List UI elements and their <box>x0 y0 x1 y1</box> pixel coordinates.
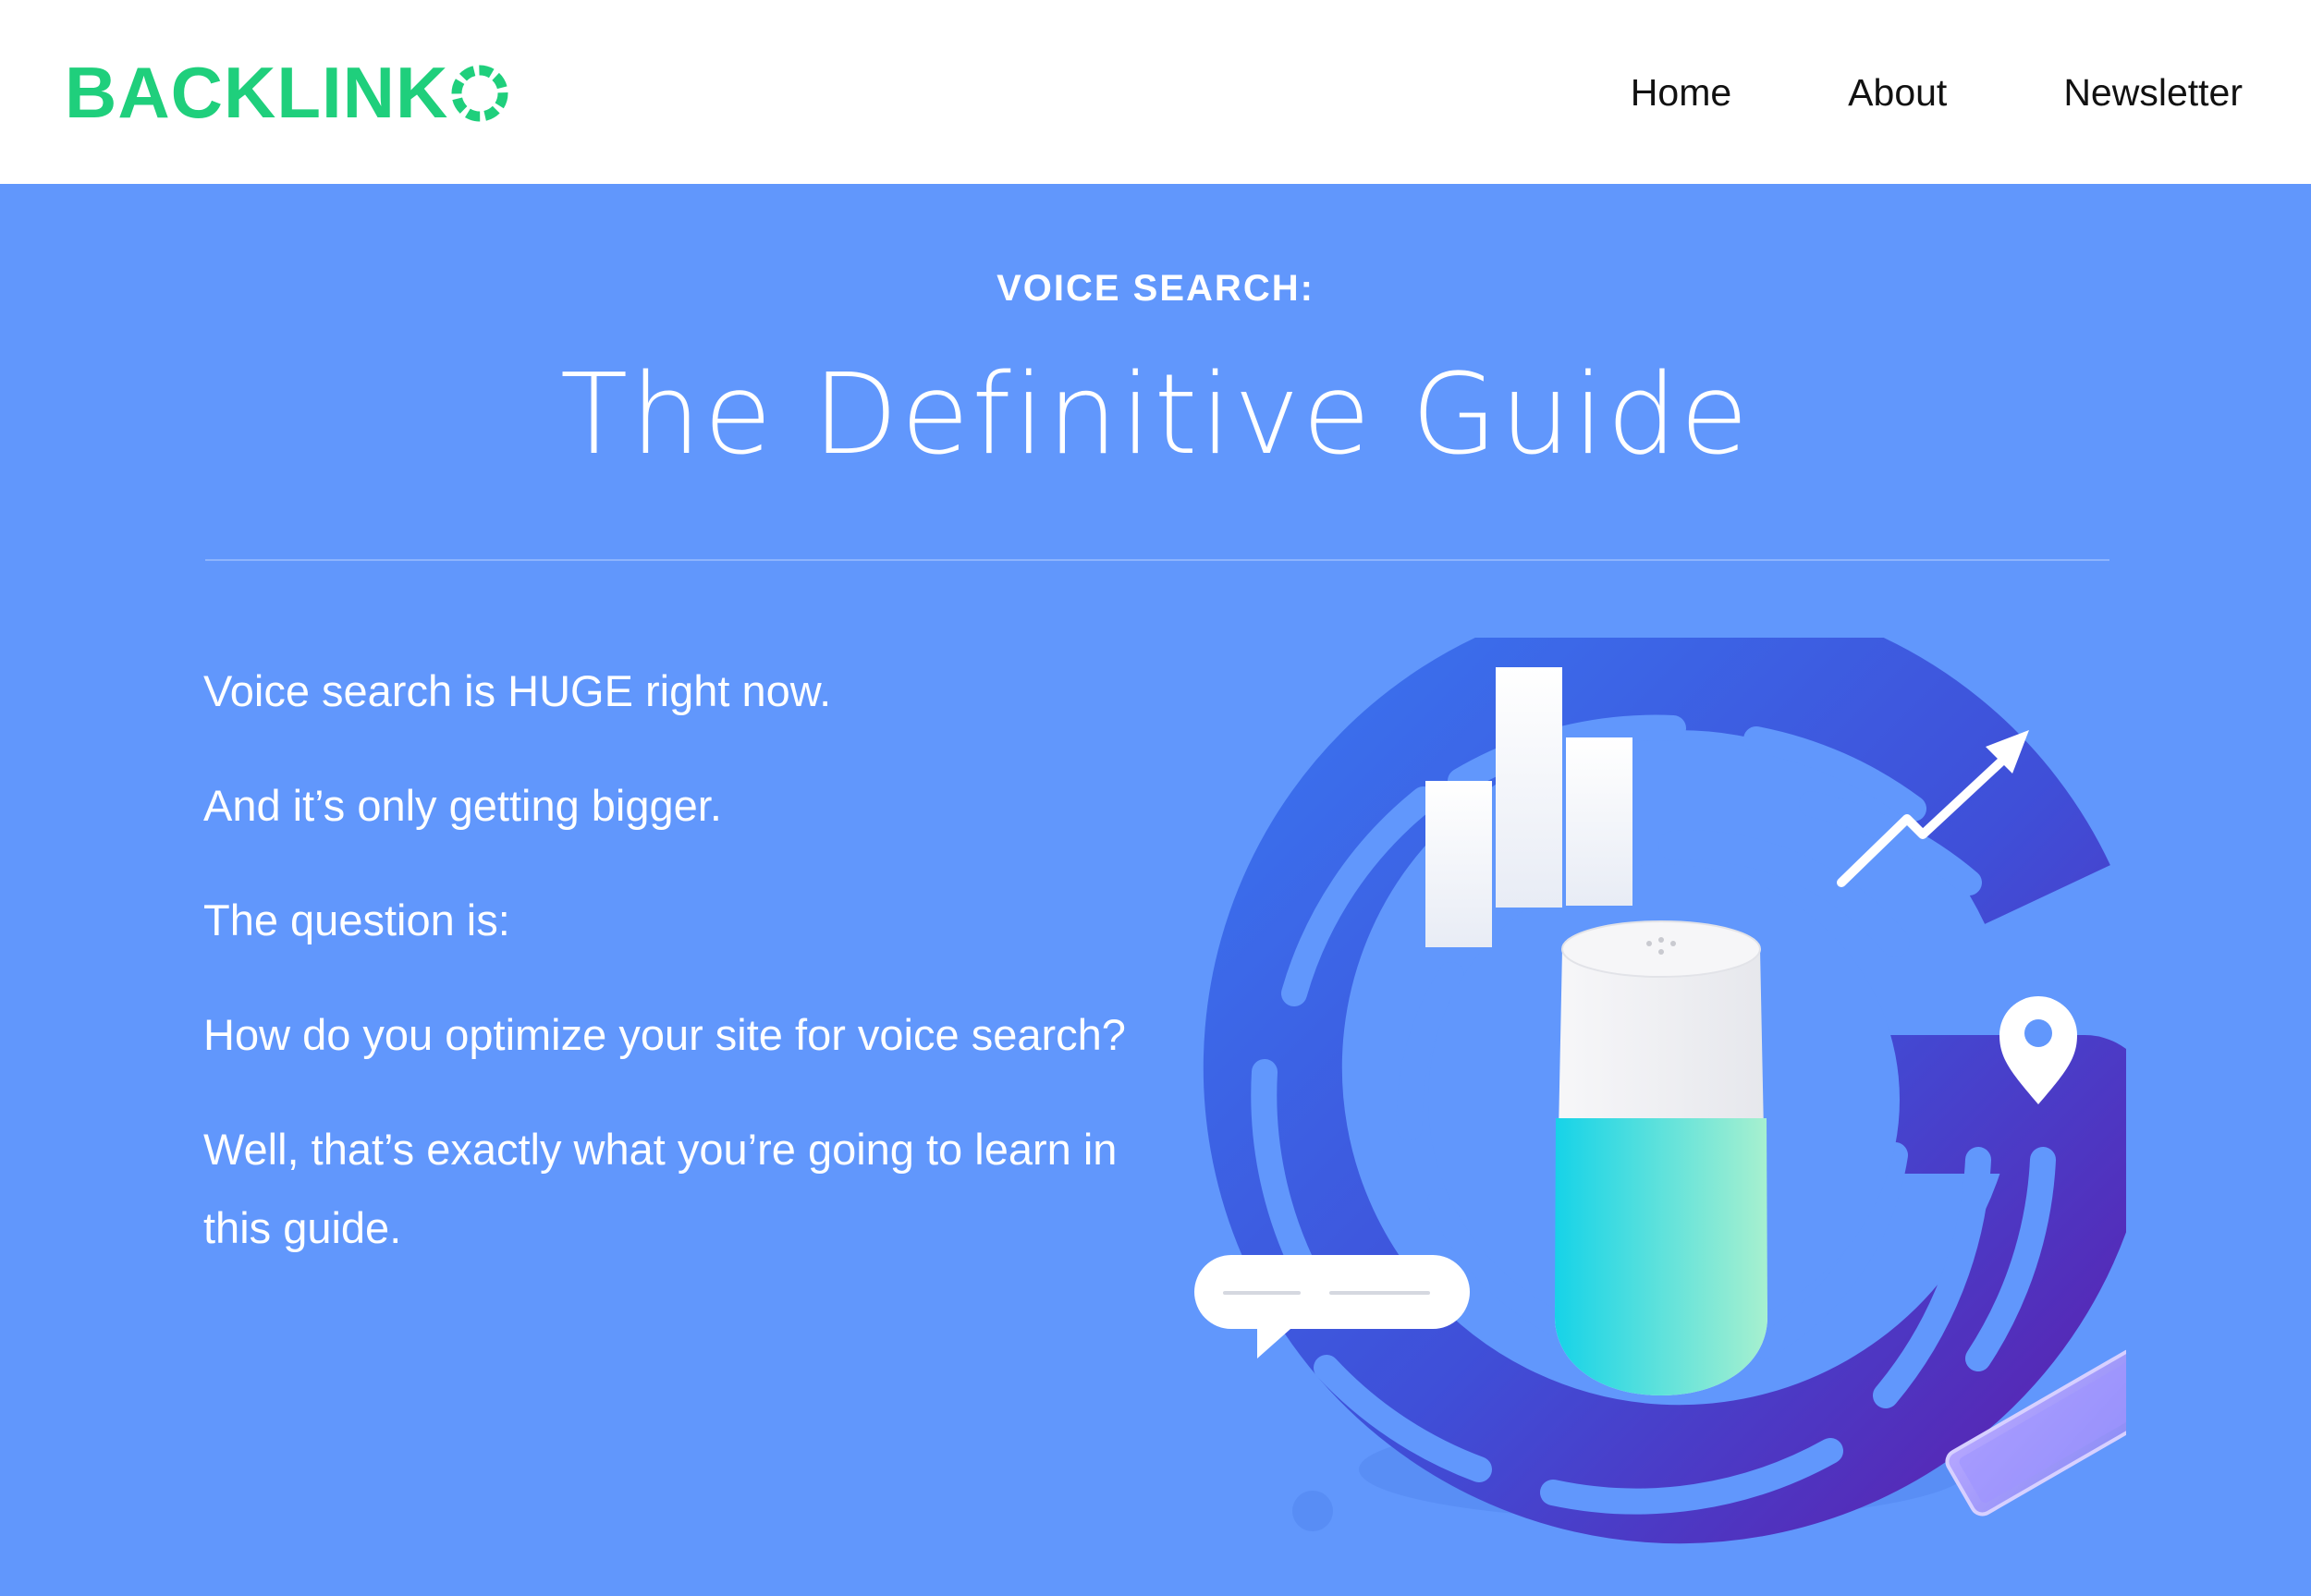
intro-paragraph: The question is: <box>203 895 510 944</box>
hero-title: The Definitive Guide <box>559 351 1752 480</box>
intro-text: Voice search is HUGE right now. And it’s… <box>203 652 1183 1303</box>
hero-divider <box>205 559 2109 561</box>
intro-paragraph: And it’s only getting bigger. <box>203 781 722 830</box>
nav-about-link[interactable]: About <box>1848 59 1947 126</box>
nav-newsletter-link[interactable]: Newsletter <box>2063 59 2243 126</box>
hero-eyebrow: VOICE SEARCH: <box>997 268 1314 309</box>
intro-paragraph: Voice search is HUGE right now. <box>203 666 832 715</box>
site-header: BACKLINK Home About Newsletter <box>0 0 2311 184</box>
logo-o-icon <box>451 65 508 122</box>
backlinko-logo[interactable]: BACKLINK <box>65 55 509 129</box>
intro-paragraph: How do you optimize your site for voice … <box>203 1010 1126 1059</box>
nav-home-link[interactable]: Home <box>1631 59 1731 126</box>
main-nav: Home About Newsletter <box>1631 59 2243 126</box>
logo-text: BACKLINK <box>65 52 449 133</box>
intro-paragraph: Well, that’s exactly what you’re going t… <box>203 1125 1118 1252</box>
voice-search-illustration <box>1194 638 2126 1544</box>
